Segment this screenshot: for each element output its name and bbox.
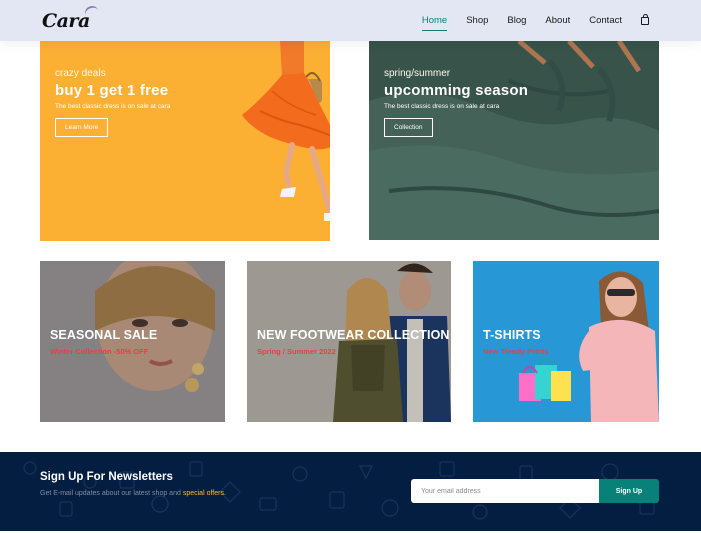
newsletter-title: Sign Up For Newsletters	[40, 471, 173, 483]
t-shirts-subtitle: New Trendy Prints	[483, 347, 549, 356]
page: Cara Home Shop Blog About Contact crazy …	[0, 0, 701, 533]
t-shirts-text: T-SHIRTS New Trendy Prints	[483, 328, 548, 356]
nav-shop[interactable]: Shop	[466, 15, 488, 26]
newsletter-description: Get E-mail updates about our latest shop…	[40, 490, 226, 497]
learn-more-button[interactable]: Learn More	[55, 118, 109, 137]
logo[interactable]: Cara	[42, 3, 101, 32]
woman-orange-dress-image	[242, 41, 330, 222]
banner-spring-summer: spring/summer upcomming season The best …	[369, 41, 659, 240]
spring-text-block: spring/summer upcomming season The best …	[384, 68, 528, 137]
sign-up-button[interactable]: Sign Up	[599, 479, 659, 503]
spring-subtitle: The best classic dress is on sale at car…	[384, 103, 500, 110]
seasonal-sale-subtitle: Winter Collection -50% OFF	[50, 347, 149, 356]
site-header: Cara Home Shop Blog About Contact	[0, 0, 701, 41]
deals-title: buy 1 get 1 free	[55, 82, 169, 99]
shopping-bag-icon[interactable]	[641, 13, 649, 25]
seasonal-sale-title: SEASONAL SALE	[50, 328, 158, 342]
banner-seasonal-sale[interactable]: SEASONAL SALE Winter Collection -50% OFF	[40, 261, 225, 422]
seasonal-sale-text: SEASONAL SALE Winter Collection -50% OFF	[50, 328, 157, 356]
nav-home[interactable]: Home	[421, 15, 448, 31]
nav-blog[interactable]: Blog	[507, 15, 526, 26]
new-footwear-title: NEW FOOTWEAR COLLECTION	[257, 328, 450, 342]
deals-small-heading: crazy deals	[55, 68, 106, 79]
spring-small-heading: spring/summer	[384, 68, 451, 79]
newsletter-form: Sign Up	[411, 479, 659, 503]
logo-text: Cara	[42, 9, 90, 32]
deals-subtitle: The best classic dress is on sale at car…	[55, 103, 171, 110]
nav-about[interactable]: About	[545, 15, 570, 26]
email-input[interactable]	[411, 479, 599, 503]
newsletter-text-block: Sign Up For Newsletters Get E-mail updat…	[40, 471, 226, 497]
spring-title: upcomming season	[384, 82, 529, 99]
banner-new-footwear[interactable]: NEW FOOTWEAR COLLECTION Spring / Summer …	[247, 261, 451, 422]
banner-t-shirts[interactable]: T-SHIRTS New Trendy Prints	[473, 261, 659, 422]
newsletter-desc-highlight: special offers.	[182, 490, 226, 497]
deals-text-block: crazy deals buy 1 get 1 free The best cl…	[55, 68, 170, 137]
t-shirts-title: T-SHIRTS	[483, 328, 541, 342]
new-footwear-text: NEW FOOTWEAR COLLECTION Spring / Summer …	[257, 328, 450, 356]
main-nav: Home Shop Blog About Contact	[403, 13, 649, 31]
newsletter-desc-text: Get E-mail updates about our latest shop…	[40, 490, 181, 497]
collection-button[interactable]: Collection	[384, 118, 433, 137]
banner-crazy-deals: crazy deals buy 1 get 1 free The best cl…	[40, 41, 330, 241]
nav-contact[interactable]: Contact	[589, 15, 622, 26]
new-footwear-subtitle: Spring / Summer 2022	[257, 347, 336, 356]
